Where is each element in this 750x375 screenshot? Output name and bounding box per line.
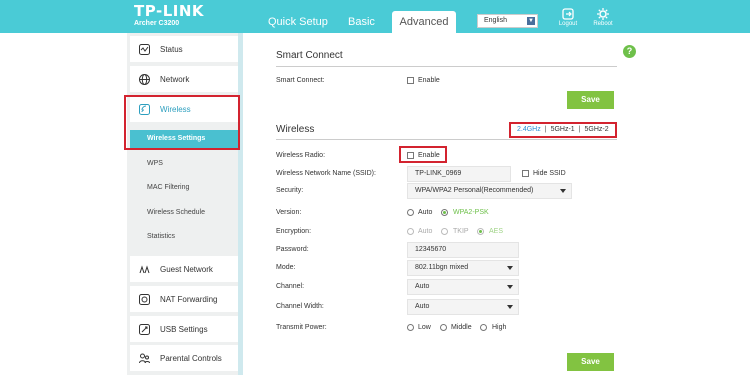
security-select[interactable]: WPA/WPA2 Personal(Recommended) [407, 183, 572, 199]
hide-ssid-checkbox[interactable] [522, 170, 529, 177]
version-wpa2-psk-radio[interactable] [441, 209, 448, 216]
version-auto-radio[interactable] [407, 209, 414, 216]
chevron-down-icon [507, 285, 513, 289]
version-label: Version: [276, 209, 302, 216]
tx-power-low-radio[interactable] [407, 324, 414, 331]
security-value: WPA/WPA2 Personal(Recommended) [415, 187, 534, 194]
encryption-tkip-label: TKIP [453, 228, 469, 235]
channel-width-label: Channel Width: [276, 303, 324, 310]
highlight-wireless-radio [399, 146, 447, 163]
password-input[interactable]: 12345670 [407, 242, 519, 258]
highlight-band-tabs [509, 122, 617, 138]
wireless-save-button[interactable]: Save [567, 353, 614, 371]
sidebar-item-usb-settings[interactable]: USB Settings [130, 316, 238, 342]
password-label: Password: [276, 246, 309, 253]
chevron-down-icon [560, 189, 566, 193]
model-name: Archer C3200 [134, 20, 180, 27]
mode-value: 802.11bgn mixed [415, 264, 469, 271]
encryption-auto-label: Auto [418, 228, 433, 235]
nat-forwarding-icon [139, 294, 150, 305]
transmit-power-label: Transmit Power: [276, 324, 327, 331]
globe-icon [139, 74, 150, 85]
version-auto-label: Auto [418, 209, 433, 216]
smart-connect-label: Smart Connect: [276, 77, 325, 84]
sidebar-subitem-statistics[interactable]: Statistics [130, 228, 238, 246]
highlight-wireless-menu [124, 95, 240, 150]
ssid-label: Wireless Network Name (SSID): [276, 170, 376, 177]
sidebar-item-nat-forwarding[interactable]: NAT Forwarding [130, 286, 238, 312]
reboot-icon [597, 8, 609, 20]
top-header: TP-LINK Archer C3200 Quick Setup Basic A… [0, 0, 750, 33]
encryption-label: Encryption: [276, 228, 312, 235]
encryption-auto-radio[interactable] [407, 228, 414, 235]
usb-icon [139, 324, 150, 335]
tab-basic[interactable]: Basic [348, 11, 375, 33]
sidebar-item-status[interactable]: Status [130, 36, 238, 62]
channel-width-value: Auto [415, 303, 430, 310]
divider [276, 66, 617, 67]
guest-network-icon [139, 265, 150, 274]
encryption-aes-radio[interactable] [477, 228, 484, 235]
security-label: Security: [276, 187, 304, 194]
logo-text: TP-LINK [134, 2, 205, 20]
mode-label: Mode: [276, 264, 296, 271]
version-wpa2-psk-label: WPA2-PSK [453, 209, 489, 216]
tx-power-high-label: High [492, 324, 507, 331]
smart-connect-title: Smart Connect [276, 50, 343, 61]
wireless-radio-label: Wireless Radio: [276, 152, 326, 159]
sidebar-subitem-wireless-schedule[interactable]: Wireless Schedule [130, 204, 238, 222]
sidebar-subitem-mac-filtering[interactable]: MAC Filtering [130, 179, 238, 197]
parental-controls-icon [139, 353, 150, 364]
channel-value: Auto [415, 283, 430, 290]
tx-power-high-radio[interactable] [480, 324, 487, 331]
smart-connect-save-button[interactable]: Save [567, 91, 614, 109]
sidebar-item-network[interactable]: Network [130, 66, 238, 92]
chevron-down-icon: ▼ [527, 17, 535, 25]
encryption-aes-label: AES [489, 228, 504, 235]
chevron-down-icon [507, 305, 513, 309]
channel-select[interactable]: Auto [407, 279, 519, 295]
sidebar-item-parental-controls[interactable]: Parental Controls [130, 345, 238, 371]
tab-quick-setup[interactable]: Quick Setup [268, 11, 328, 33]
language-value: English [484, 17, 507, 24]
smart-connect-checkbox[interactable] [407, 77, 414, 84]
sidebar-subitem-wps[interactable]: WPS [130, 155, 238, 173]
chevron-down-icon [507, 266, 513, 270]
tp-link-logo: TP-LINK Archer C3200 [134, 4, 204, 28]
encryption-tkip-radio[interactable] [441, 228, 448, 235]
help-icon[interactable]: ? [623, 45, 636, 58]
smart-connect-enable-label: Enable [418, 77, 440, 84]
mode-select[interactable]: 802.11bgn mixed [407, 260, 519, 276]
reboot-button[interactable]: Reboot [592, 8, 614, 27]
tx-power-middle-radio[interactable] [440, 324, 447, 331]
channel-width-select[interactable]: Auto [407, 299, 519, 315]
wireless-title: Wireless [276, 124, 315, 135]
ssid-input[interactable]: TP-LINK_0969 [407, 166, 511, 182]
divider [276, 139, 617, 140]
logout-icon [562, 8, 574, 20]
sidebar-item-guest-network[interactable]: Guest Network [130, 256, 238, 282]
hide-ssid-label: Hide SSID [533, 170, 566, 177]
tx-power-low-label: Low [418, 324, 431, 331]
language-select[interactable]: English ▼ [477, 14, 538, 28]
channel-label: Channel: [276, 283, 305, 290]
status-icon [139, 44, 150, 55]
tab-advanced[interactable]: Advanced [392, 11, 456, 33]
logout-button[interactable]: Logout [557, 8, 579, 27]
tx-power-middle-label: Middle [451, 324, 472, 331]
